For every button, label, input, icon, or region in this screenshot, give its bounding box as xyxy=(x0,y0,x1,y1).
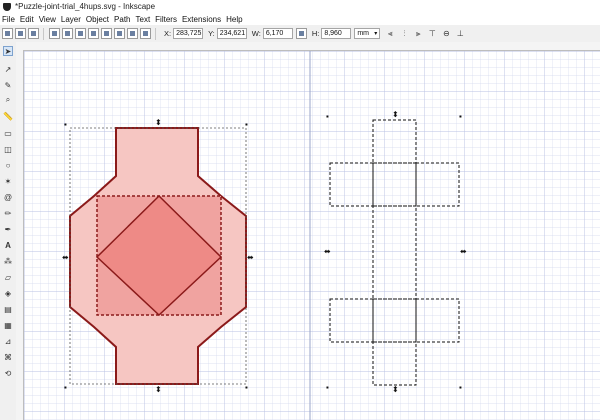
menu-edit[interactable]: Edit xyxy=(18,15,37,24)
gradient-tool[interactable]: ▤ xyxy=(3,304,13,314)
handle-bottom-right-icon[interactable]: ▪ xyxy=(245,383,248,392)
rotate-cw-icon[interactable] xyxy=(62,28,73,39)
net-handle-b-icon[interactable]: ⬍ xyxy=(392,385,399,394)
flip-horizontal-icon[interactable] xyxy=(75,28,86,39)
canvas[interactable]: ▪ ⬍ ▪ ⬌ ⬌ ▪ ⬍ ▪ ▪ ⬍ ▪ ⬌ ⬌ ▪ ⬍ ▪ xyxy=(24,51,600,420)
unit-select[interactable]: mm ▾ xyxy=(354,28,381,39)
height-field[interactable]: 8,960 xyxy=(321,28,352,39)
h-label: H: xyxy=(311,29,320,38)
raise-icon[interactable] xyxy=(127,28,138,39)
menu-extensions[interactable]: Extensions xyxy=(180,15,224,24)
raise-top-icon[interactable] xyxy=(140,28,151,39)
rotate-ccw-icon[interactable] xyxy=(49,28,60,39)
window-title: *Puzzle-joint-trial_4hups.svg - Inkscape xyxy=(15,2,156,11)
y-label: Y: xyxy=(208,29,215,38)
handle-left-icon[interactable]: ⬌ xyxy=(62,253,69,262)
menu-help[interactable]: Help xyxy=(224,15,245,24)
align-top-icon[interactable]: ⊤ xyxy=(428,29,436,38)
align-middle-icon[interactable]: ⊖ xyxy=(442,29,450,38)
ellipse-tool[interactable]: ○ xyxy=(3,160,13,170)
menu-layer[interactable]: Layer xyxy=(59,15,84,24)
horizontal-ruler[interactable] xyxy=(16,42,600,51)
eraser-tool[interactable]: ▱ xyxy=(3,272,13,282)
selector-tool[interactable]: ➤ xyxy=(3,46,13,56)
select-all-layers-icon[interactable] xyxy=(15,28,26,39)
handle-top-left-icon[interactable]: ▪ xyxy=(64,120,67,129)
lock-ratio-icon[interactable] xyxy=(295,28,307,39)
pen-tool[interactable]: ✒ xyxy=(3,224,13,234)
pencil-tool[interactable]: ✏ xyxy=(3,208,13,218)
inkscape-logo-icon xyxy=(3,2,11,11)
net-handle-t-icon[interactable]: ⬍ xyxy=(392,110,399,119)
tweak-tool[interactable]: ✎ xyxy=(3,80,13,90)
connector-tool[interactable]: ⌘ xyxy=(3,352,13,362)
menu-view[interactable]: View xyxy=(37,15,59,24)
handle-right-icon[interactable]: ⬌ xyxy=(247,253,254,262)
spray-tool[interactable]: ⁂ xyxy=(3,256,13,266)
menu-file[interactable]: File xyxy=(0,15,18,24)
net-handle-tl-icon[interactable]: ▪ xyxy=(326,112,329,121)
text-tool[interactable]: A xyxy=(3,240,13,250)
x-label: X: xyxy=(164,29,172,38)
align-bottom-icon[interactable]: ⊥ xyxy=(456,29,464,38)
spiral-extra-tool[interactable]: ⟲ xyxy=(3,368,13,378)
flip-vertical-icon[interactable] xyxy=(88,28,99,39)
net-handle-r-icon[interactable]: ⬌ xyxy=(460,247,467,256)
measure-tool[interactable]: 📏 xyxy=(3,111,13,121)
star-tool[interactable]: ✶ xyxy=(3,176,13,186)
tool-controls-bar: X: 283,725 Y: 234,621 W: 6,170 H: 8,960 … xyxy=(0,25,600,43)
menu-filters[interactable]: Filters xyxy=(153,15,180,24)
toolbar-separator xyxy=(155,27,156,40)
menu-text[interactable]: Text xyxy=(134,15,154,24)
net-handle-tr-icon[interactable]: ▪ xyxy=(459,112,462,121)
net-handle-l-icon[interactable]: ⬌ xyxy=(324,247,331,256)
mesh-tool[interactable]: ▦ xyxy=(3,320,13,330)
net-handle-bl-icon[interactable]: ▪ xyxy=(326,383,329,392)
handle-top-right-icon[interactable]: ▪ xyxy=(245,120,248,129)
rectangle-tool[interactable]: ▭ xyxy=(3,128,13,138)
handle-bottom-left-icon[interactable]: ▪ xyxy=(64,383,67,392)
menu-object[interactable]: Object xyxy=(84,15,112,24)
box3d-tool[interactable]: ◫ xyxy=(3,144,13,154)
vertical-ruler[interactable] xyxy=(16,50,24,420)
select-all-icon[interactable] xyxy=(2,28,13,39)
toolbar-separator xyxy=(43,27,44,40)
align-center-icon[interactable]: ⫶ xyxy=(400,29,408,39)
chevron-down-icon: ▾ xyxy=(374,31,378,37)
handle-bottom-icon[interactable]: ⬍ xyxy=(155,385,162,394)
raise-bottom-icon[interactable] xyxy=(101,28,112,39)
w-label: W: xyxy=(251,29,261,38)
unit-value: mm xyxy=(357,30,369,37)
lower-icon[interactable] xyxy=(114,28,125,39)
drawing-svg[interactable]: ▪ ⬍ ▪ ⬌ ⬌ ▪ ⬍ ▪ ▪ ⬍ ▪ ⬌ ⬌ ▪ ⬍ ▪ xyxy=(24,51,600,420)
node-tool[interactable]: ↗ xyxy=(3,64,13,74)
handle-top-icon[interactable]: ⬍ xyxy=(155,118,162,127)
title-bar: *Puzzle-joint-trial_4hups.svg - Inkscape xyxy=(0,0,600,13)
align-left-icon[interactable]: ⫷ xyxy=(386,29,394,39)
deselect-icon[interactable] xyxy=(28,28,39,39)
paint-bucket-tool[interactable]: ◈ xyxy=(3,288,13,298)
y-field[interactable]: 234,621 xyxy=(216,28,247,39)
toolbox: ➤ ↗ ✎ ⌕ 📏 ▭ ◫ ○ ✶ @ ✏ ✒ A ⁂ ▱ ◈ ▤ ▦ ⊿ ⌘ … xyxy=(0,42,17,420)
menu-bar: File Edit View Layer Object Path Text Fi… xyxy=(0,13,600,25)
zoom-tool[interactable]: ⌕ xyxy=(3,95,13,105)
net-handle-br-icon[interactable]: ▪ xyxy=(459,383,462,392)
dropper-tool[interactable]: ⊿ xyxy=(3,336,13,346)
menu-path[interactable]: Path xyxy=(112,15,133,24)
align-right-icon[interactable]: ⫸ xyxy=(414,29,422,39)
spiral-tool[interactable]: @ xyxy=(3,192,13,202)
width-field[interactable]: 6,170 xyxy=(262,28,293,39)
x-field[interactable]: 283,725 xyxy=(173,28,204,39)
